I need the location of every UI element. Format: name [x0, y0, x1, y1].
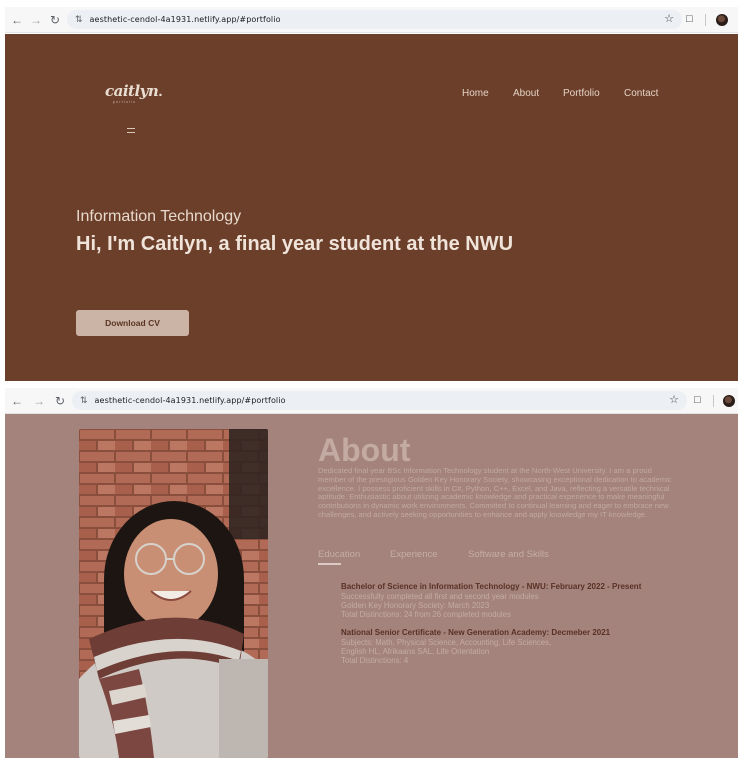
profile-avatar-icon[interactable]	[716, 14, 728, 26]
about-tabs: Education Experience Software and Skills	[318, 549, 618, 567]
back-arrow-icon[interactable]: ←	[7, 391, 27, 411]
education-detail: Golden Key Honorary Society: March 2023	[341, 601, 490, 610]
reload-icon[interactable]: ↻	[45, 10, 65, 30]
site-settings-icon[interactable]: ⇅	[75, 14, 83, 25]
tab-software-and-skills[interactable]: Software and Skills	[468, 549, 549, 560]
profile-photo	[79, 429, 268, 758]
bookmark-star-icon[interactable]: ☆	[664, 12, 674, 25]
url-text: aesthetic-cendol-4a1931.netlify.app/#por…	[94, 396, 286, 405]
toolbar-divider	[713, 395, 714, 407]
main-nav: Home About Portfolio Contact	[5, 88, 738, 102]
education-detail: English HL, Afrikaans SAL, Life Orientat…	[341, 647, 490, 656]
browser-toolbar-bottom: ← → ↻ ⇅ aesthetic-cendol-4a1931.netlify.…	[5, 388, 738, 414]
education-detail: Successfully completed all first and sec…	[341, 592, 539, 601]
forward-arrow-icon[interactable]: →	[26, 10, 46, 30]
about-paragraph: Dedicated final year BSc Information Tec…	[318, 466, 672, 519]
profile-avatar-icon[interactable]	[723, 395, 735, 407]
address-bar[interactable]: ⇅ aesthetic-cendol-4a1931.netlify.app/#p…	[72, 391, 687, 410]
back-arrow-icon[interactable]: ←	[7, 10, 27, 30]
toolbar-divider	[705, 14, 706, 26]
extensions-icon[interactable]: □	[694, 394, 701, 406]
extensions-icon[interactable]: □	[686, 13, 693, 25]
tab-education[interactable]: Education	[318, 549, 360, 560]
tab-experience[interactable]: Experience	[390, 549, 438, 560]
url-text: aesthetic-cendol-4a1931.netlify.app/#por…	[89, 15, 281, 24]
bookmark-star-icon[interactable]: ☆	[669, 393, 679, 406]
site-settings-icon[interactable]: ⇅	[80, 395, 88, 406]
hero-title: Hi, I'm Caitlyn, a final year student at…	[76, 233, 514, 255]
about-heading: About	[318, 432, 411, 468]
education-detail: Total Distinctions: 24 from 26 completed…	[341, 610, 511, 619]
address-bar[interactable]: ⇅ aesthetic-cendol-4a1931.netlify.app/#p…	[67, 10, 682, 29]
education-entry: Bachelor of Science in Information Techn…	[341, 582, 671, 619]
education-detail: Subjects: Math, Physical Science, Accoun…	[341, 638, 552, 647]
about-section: About Dedicated final year BSc Informati…	[5, 414, 738, 758]
download-cv-button[interactable]: Download CV	[76, 310, 189, 336]
hero-subtitle: Information Technology	[76, 208, 242, 225]
education-title: National Senior Certificate - New Genera…	[341, 628, 611, 637]
education-detail: Total Distinctions: 4	[341, 656, 409, 665]
nav-link-home[interactable]: Home	[462, 88, 489, 99]
nav-link-portfolio[interactable]: Portfolio	[563, 88, 600, 99]
forward-arrow-icon[interactable]: →	[29, 391, 49, 411]
browser-toolbar-top: ← → ↻ ⇅ aesthetic-cendol-4a1931.netlify.…	[5, 7, 738, 33]
education-entry: National Senior Certificate - New Genera…	[341, 628, 671, 665]
nav-link-contact[interactable]: Contact	[624, 88, 658, 99]
menu-toggle-icon[interactable]	[127, 128, 135, 133]
reload-icon[interactable]: ↻	[50, 391, 70, 411]
hero-section: caitlyn. portfolio Home About Portfolio …	[5, 34, 738, 381]
active-tab-indicator	[318, 563, 341, 565]
education-title: Bachelor of Science in Information Techn…	[341, 582, 642, 591]
nav-link-about[interactable]: About	[513, 88, 539, 99]
